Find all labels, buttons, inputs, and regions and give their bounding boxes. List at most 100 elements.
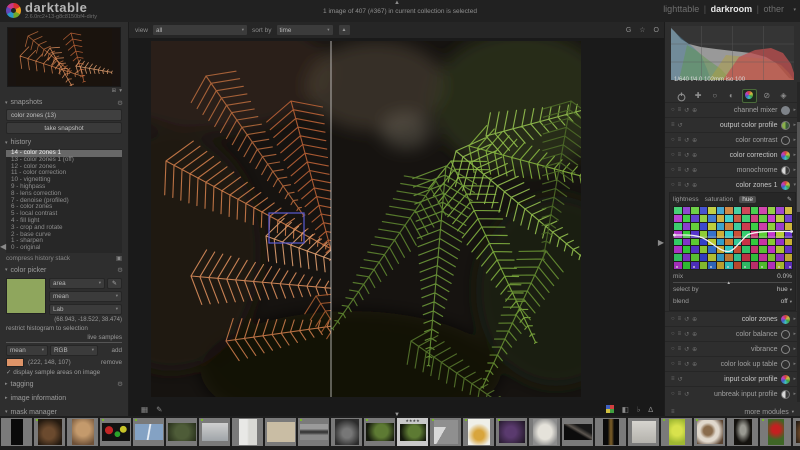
filmstrip-thumbnail[interactable] xyxy=(760,418,791,446)
snapshot-item[interactable]: color zones (13) xyxy=(6,109,122,121)
menu-icon[interactable]: ≡ xyxy=(678,391,682,398)
tab-hue[interactable]: hue xyxy=(739,196,757,203)
view-other[interactable]: other xyxy=(763,4,784,14)
view-darkroom[interactable]: darkroom xyxy=(711,4,753,14)
menu-icon[interactable]: ≡ xyxy=(671,376,675,383)
power-icon[interactable]: ○ xyxy=(671,391,675,398)
filmstrip-thumbnail[interactable] xyxy=(298,418,329,446)
expander-icon[interactable]: ▸ xyxy=(793,346,796,352)
eyedropper-icon[interactable]: ✎ xyxy=(787,196,792,203)
expander-icon[interactable]: ▸ xyxy=(793,331,796,337)
menu-icon[interactable]: ≡ xyxy=(678,346,682,353)
reset-icon[interactable]: ↺ xyxy=(684,391,689,398)
expander-icon[interactable]: ▸ xyxy=(793,361,796,367)
reset-icon[interactable]: ↺ xyxy=(684,361,689,368)
instance-icon[interactable]: ⊕ xyxy=(692,361,697,368)
remove-sample-button[interactable]: remove xyxy=(101,359,122,366)
module-header-color-look-up-table[interactable]: ○ ≡ ↺ ⊕ color look up table ▸ xyxy=(665,356,800,371)
live-samples-label[interactable]: live samples xyxy=(87,334,122,341)
filmstrip-thumbnail[interactable] xyxy=(199,418,230,446)
filmstrip-thumbnail[interactable] xyxy=(265,418,296,446)
softproof-icon[interactable]: ♭ xyxy=(637,405,641,414)
expander-icon[interactable]: ▸ xyxy=(793,316,796,322)
tab-lightness[interactable]: lightness xyxy=(673,196,699,203)
module-header-color-balance[interactable]: ○ ≡ ↺ ⊕ color balance ▸ xyxy=(665,326,800,341)
second-window-icon[interactable]: ✎ xyxy=(156,405,162,414)
gamut-check-icon[interactable]: ∆ xyxy=(648,405,653,414)
instance-icon[interactable]: ⊕ xyxy=(692,107,697,114)
instance-icon[interactable]: ⊕ xyxy=(692,316,697,323)
menu-icon[interactable]: ≡ xyxy=(671,122,675,129)
reset-icon[interactable]: ↺ xyxy=(684,331,689,338)
color-group-icon[interactable] xyxy=(741,88,757,103)
compress-history-icon[interactable]: ▣ xyxy=(116,255,122,262)
view-filter-select[interactable]: all ▾ xyxy=(152,24,249,36)
overlays-star-icon[interactable]: ☆ xyxy=(639,26,645,34)
filmstrip-thumbnail[interactable] xyxy=(595,418,626,446)
sort-direction-button[interactable]: ▲ xyxy=(337,24,351,36)
tagging-header[interactable]: ▸ tagging ⚙ xyxy=(0,379,128,390)
overexposed-icon[interactable]: ◧ xyxy=(622,405,629,414)
reset-icon[interactable]: ↺ xyxy=(684,346,689,353)
collapse-right-panel-icon[interactable]: ▶ xyxy=(658,238,664,247)
favorites-group-icon[interactable]: ✚ xyxy=(692,91,705,100)
take-snapshot-button[interactable]: take snapshot xyxy=(6,122,122,134)
power-icon[interactable]: ○ xyxy=(671,107,675,114)
filmstrip-thumbnail[interactable] xyxy=(661,418,692,446)
reset-icon[interactable]: ↺ xyxy=(678,122,683,129)
color-zones-curve-area[interactable] xyxy=(673,206,793,270)
basic-group-icon[interactable]: ○ xyxy=(708,91,721,100)
sample-color-swatch[interactable] xyxy=(6,357,24,367)
filmstrip-thumbnail[interactable] xyxy=(793,418,800,446)
view-lighttable[interactable]: lighttable xyxy=(663,4,699,14)
history-item[interactable]: 0 - original xyxy=(6,244,122,252)
sample-space-select[interactable]: RGB ▾ xyxy=(50,344,98,356)
picker-space-select[interactable]: Lab ▾ xyxy=(49,303,122,315)
module-header-input-color-profile[interactable]: ≡ ↺ input color profile ▸ xyxy=(665,371,800,386)
checkbox-checked-icon[interactable]: ✓ xyxy=(6,369,11,376)
menu-icon[interactable]: ≡ xyxy=(678,316,682,323)
reset-icon[interactable]: ↺ xyxy=(684,182,689,189)
sample-stat-select[interactable]: mean ▾ xyxy=(6,344,48,356)
filmstrip-thumbnail[interactable]: ★★★★ xyxy=(397,418,428,446)
power-icon[interactable]: ○ xyxy=(671,331,675,338)
module-header-unbreak-input-profile[interactable]: ○ ≡ ↺ unbreak input profile ▸ xyxy=(665,386,800,401)
filmstrip-thumbnail[interactable] xyxy=(562,418,593,446)
menu-icon[interactable]: ≡ xyxy=(678,361,682,368)
module-header-output-color-profile[interactable]: ≡ ↺ output color profile ▸ xyxy=(665,117,800,132)
instance-icon[interactable]: ⊕ xyxy=(692,182,697,189)
add-sample-button[interactable]: add xyxy=(111,347,122,354)
menu-icon[interactable]: ≡ xyxy=(678,152,682,159)
focus-peaking-icon[interactable]: O xyxy=(654,27,659,34)
filmstrip-thumbnail[interactable] xyxy=(331,418,362,446)
module-header-color-contrast[interactable]: ○ ≡ ↺ ⊕ color contrast ▸ xyxy=(665,132,800,147)
reset-icon[interactable]: ↺ xyxy=(678,376,683,383)
active-modules-group-icon[interactable] xyxy=(675,90,688,102)
histogram[interactable]: 1/640 f/4.0 102mm iso 100 xyxy=(671,26,794,85)
tab-saturation[interactable]: saturation xyxy=(705,196,734,203)
filmstrip-thumbnail[interactable] xyxy=(496,418,527,446)
image-information-header[interactable]: ▸ image information xyxy=(0,393,128,404)
select-by-value[interactable]: hue xyxy=(777,286,788,293)
menu-icon[interactable]: ≡ xyxy=(678,182,682,189)
zoom-fit-icon[interactable]: ⊞ xyxy=(112,88,117,94)
reset-icon[interactable]: ↺ xyxy=(684,152,689,159)
grouping-icon[interactable]: G xyxy=(626,27,631,34)
reset-icon[interactable]: ↺ xyxy=(684,316,689,323)
color-picker-header[interactable]: ▾ color picker ⚙ xyxy=(0,265,128,276)
expander-icon[interactable]: ▸ xyxy=(793,137,796,143)
gear-icon[interactable]: ⚙ xyxy=(117,380,123,388)
gear-icon[interactable]: ⚙ xyxy=(117,266,123,274)
compress-history-label[interactable]: compress history stack xyxy=(6,255,70,262)
reset-icon[interactable]: ↺ xyxy=(684,137,689,144)
expander-icon[interactable]: ▸ xyxy=(793,376,796,382)
filmstrip-thumbnail[interactable] xyxy=(166,418,197,446)
filmstrip-thumbnail[interactable] xyxy=(1,418,32,446)
mix-slider[interactable]: mix 0.0% ▲ xyxy=(673,271,792,285)
module-header-vibrance[interactable]: ○ ≡ ↺ ⊕ vibrance ▸ xyxy=(665,341,800,356)
collapse-left-panel-icon[interactable]: ◀ xyxy=(0,242,6,251)
module-header-monochrome[interactable]: ○ ≡ ↺ ⊕ monochrome ▸ xyxy=(665,162,800,177)
instance-icon[interactable]: ⊕ xyxy=(692,346,697,353)
module-header-color-correction[interactable]: ○ ≡ ↺ ⊕ color correction ▸ xyxy=(665,147,800,162)
menu-icon[interactable]: ≡ xyxy=(678,107,682,114)
